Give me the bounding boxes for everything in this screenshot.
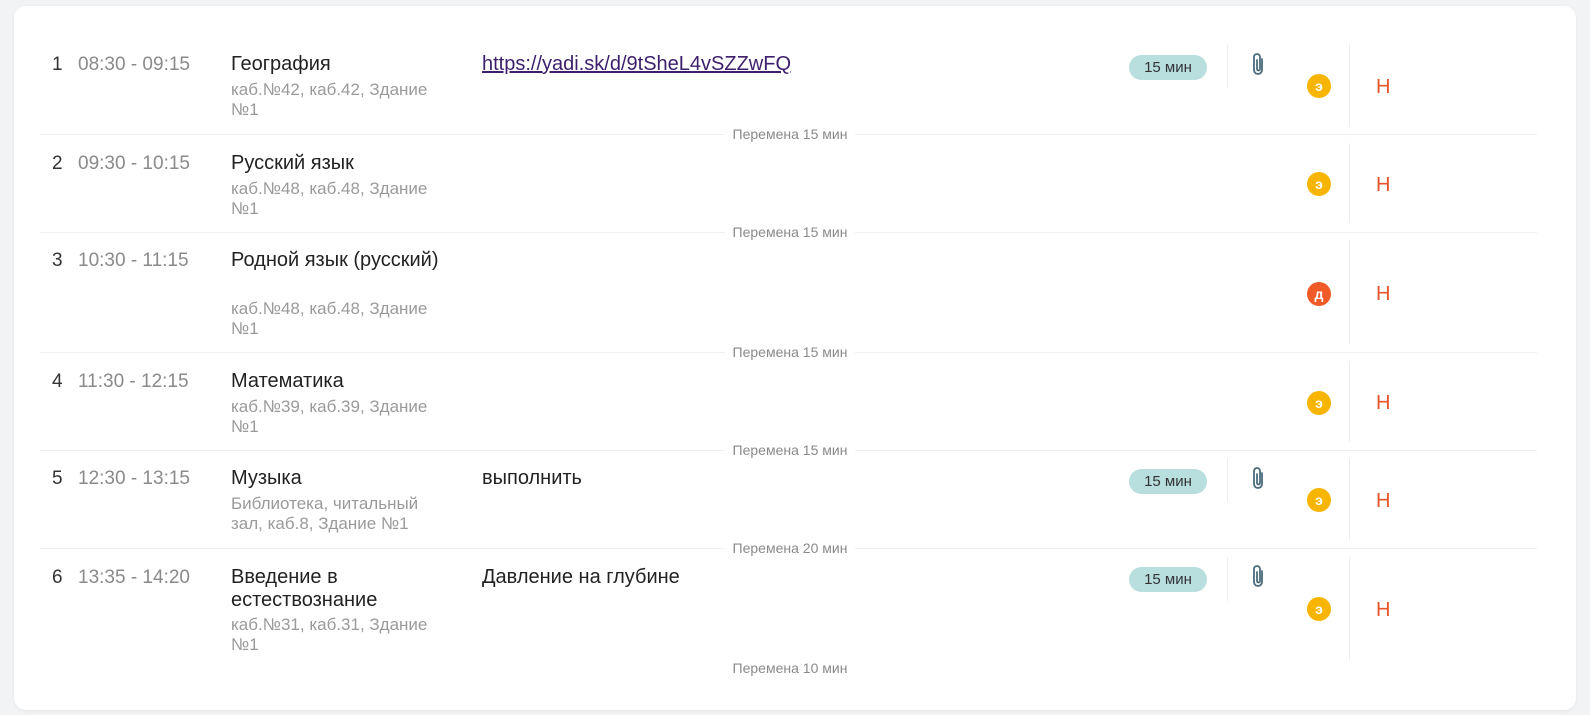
column-divider	[1349, 458, 1350, 540]
attendance-mark[interactable]: Н	[1376, 392, 1390, 415]
attendance-mark[interactable]: Н	[1376, 490, 1390, 513]
break-label: Перемена 15 мин	[725, 224, 855, 240]
lesson-subject: Математика	[231, 370, 344, 392]
homework-link[interactable]: https://yadi.sk/d/9tSheL4vSZZwFQ	[482, 53, 791, 76]
homework-duration-badge: 15 мин	[1129, 55, 1207, 80]
lesson-room: каб.№39, каб.39, Здание №1	[231, 397, 428, 436]
lesson-room: Библиотека, читальный зал, каб.8, Здание…	[231, 494, 419, 533]
homework-text[interactable]: выполнить	[482, 467, 582, 490]
column-divider	[1349, 557, 1350, 661]
lesson-badge: э	[1307, 74, 1331, 98]
homework-duration-badge: 15 мин	[1129, 469, 1207, 494]
lesson-badge: э	[1307, 172, 1331, 196]
column-divider	[1227, 458, 1228, 502]
column-divider	[1227, 557, 1228, 601]
paperclip-icon[interactable]	[1248, 564, 1270, 590]
lesson-time: 10:30 - 11:15	[78, 250, 189, 271]
lesson-badge: э	[1307, 597, 1331, 621]
lesson-time: 13:35 - 14:20	[78, 567, 190, 588]
lesson-badge: э	[1307, 488, 1331, 512]
break-label: Перемена 10 мин	[725, 660, 855, 676]
homework-text[interactable]: Давление на глубине	[482, 566, 680, 589]
lesson-number: 4	[52, 371, 63, 392]
lesson-number: 1	[52, 54, 63, 75]
lesson-subject: Родной язык (русский)	[231, 249, 439, 271]
attendance-mark[interactable]: Н	[1376, 76, 1390, 99]
lesson-room: каб.№31, каб.31, Здание №1	[231, 615, 428, 654]
attendance-mark[interactable]: Н	[1376, 599, 1390, 622]
paperclip-icon[interactable]	[1248, 52, 1270, 78]
lesson-number: 6	[52, 567, 63, 588]
paperclip-icon[interactable]	[1248, 466, 1270, 492]
lesson-room: каб.№48, каб.48, Здание №1	[231, 299, 428, 338]
break-label: Перемена 15 мин	[725, 126, 855, 142]
lesson-number: 3	[52, 250, 63, 271]
break-label: Перемена 15 мин	[725, 442, 855, 458]
lesson-time: 09:30 - 10:15	[78, 153, 190, 174]
lesson-number: 2	[52, 153, 63, 174]
lesson-time: 08:30 - 09:15	[78, 54, 190, 75]
lesson-subject: Введение в естествознание	[231, 566, 378, 611]
lesson-subject: География	[231, 53, 331, 75]
column-divider	[1349, 143, 1350, 223]
lesson-time: 11:30 - 12:15	[78, 371, 189, 392]
column-divider	[1349, 44, 1350, 127]
attendance-mark[interactable]: Н	[1376, 283, 1390, 306]
lesson-number: 5	[52, 468, 63, 489]
column-divider	[1227, 44, 1228, 88]
break-label: Перемена 15 мин	[725, 344, 855, 360]
lesson-badge: д	[1307, 282, 1331, 306]
homework-duration-badge: 15 мин	[1129, 567, 1207, 592]
attendance-mark[interactable]: Н	[1376, 174, 1390, 197]
column-divider	[1349, 361, 1350, 442]
lesson-room: каб.№48, каб.48, Здание №1	[231, 179, 428, 218]
lesson-time: 12:30 - 13:15	[78, 468, 190, 489]
break-label: Перемена 20 мин	[725, 540, 855, 556]
lesson-room: каб.№42, каб.42, Здание №1	[231, 80, 428, 119]
column-divider	[1349, 240, 1350, 344]
lesson-subject: Музыка	[231, 467, 302, 489]
lesson-subject: Русский язык	[231, 152, 354, 174]
lesson-badge: э	[1307, 391, 1331, 415]
